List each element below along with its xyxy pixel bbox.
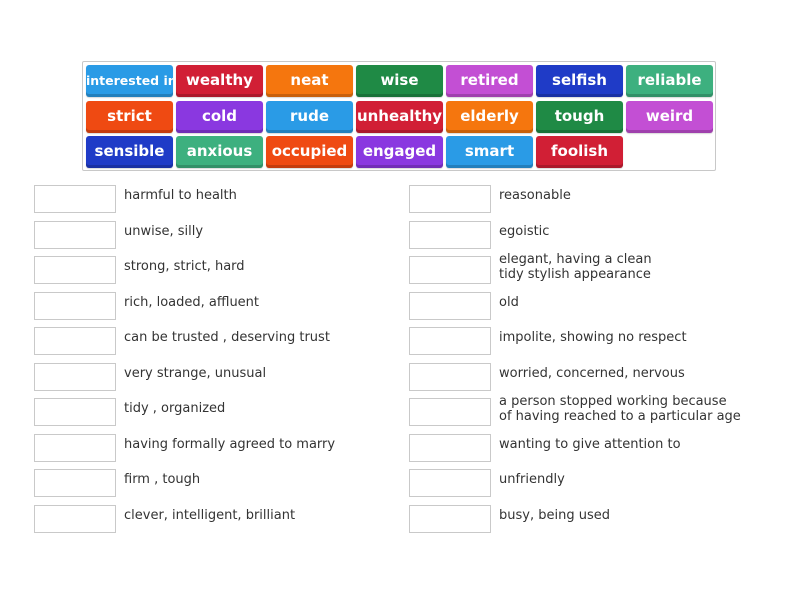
definition-text: elegant, having a clean tidy stylish app… — [499, 252, 652, 282]
word-tile[interactable]: elderly — [446, 100, 533, 133]
answer-drop-box[interactable] — [409, 220, 491, 249]
answer-drop-box[interactable] — [409, 362, 491, 391]
definition-text: very strange, unusual — [124, 365, 267, 381]
word-tile[interactable]: weird — [626, 100, 713, 133]
definition-text: a person stopped working because of havi… — [499, 394, 741, 424]
word-tile[interactable]: neat — [266, 65, 353, 97]
answer-drop-box[interactable] — [34, 327, 116, 355]
definition-text: rich, loaded, affluent — [124, 294, 260, 310]
word-tile[interactable]: retired — [446, 65, 533, 97]
answer-drop-box[interactable] — [409, 291, 491, 320]
word-tile[interactable]: rude — [266, 100, 353, 133]
answer-drop-box[interactable] — [409, 398, 491, 426]
word-tile[interactable]: smart — [446, 136, 533, 168]
answer-drop-box[interactable] — [409, 327, 491, 355]
answer-drop-box[interactable] — [34, 185, 116, 213]
definition-text: firm , tough — [124, 472, 201, 487]
answer-drop-box[interactable] — [34, 504, 116, 533]
definition-text: reasonable — [499, 188, 571, 203]
word-tile[interactable]: reliable — [626, 65, 713, 97]
word-tile[interactable]: engaged — [356, 136, 443, 168]
answer-drop-box[interactable] — [34, 362, 116, 391]
answer-drop-box[interactable] — [409, 256, 491, 284]
definition-text: impolite, showing no respect — [499, 330, 687, 345]
word-tile[interactable]: anxious — [176, 136, 263, 168]
word-tile-bank: interested in wealthy neat wise retired selfi… — [82, 61, 716, 171]
word-tile[interactable]: wealthy — [176, 65, 263, 97]
word-tile[interactable]: selfish — [536, 65, 623, 97]
definition-text: clever, intelligent, brilliant — [124, 507, 296, 523]
definition-text: having formally agreed to marry — [124, 436, 336, 452]
word-tile[interactable]: wise — [356, 65, 443, 97]
answer-drop-box[interactable] — [34, 291, 116, 320]
answer-drop-box[interactable] — [34, 398, 116, 426]
definition-text: old — [499, 294, 519, 310]
definition-text: unwise, silly — [124, 223, 204, 239]
definition-text: worried, concerned, nervous — [499, 365, 685, 381]
answer-drop-box[interactable] — [409, 504, 491, 533]
answer-drop-box[interactable] — [34, 220, 116, 249]
answer-drop-box[interactable] — [34, 469, 116, 497]
definition-text: harmful to health — [124, 188, 237, 203]
answer-drop-box[interactable] — [34, 256, 116, 284]
answer-drop-box[interactable] — [34, 433, 116, 462]
word-tile[interactable]: tough — [536, 100, 623, 133]
word-tile[interactable]: foolish — [536, 136, 623, 168]
definition-text: can be trusted , deserving trust — [124, 330, 330, 345]
definition-text: strong, strict, hard — [124, 259, 245, 274]
word-tile[interactable]: strict — [86, 100, 173, 133]
definition-text: busy, being used — [499, 507, 610, 523]
answer-drop-box[interactable] — [409, 185, 491, 213]
answer-drop-box[interactable] — [409, 469, 491, 497]
definition-text: egoistic — [499, 223, 550, 239]
word-tile[interactable]: cold — [176, 100, 263, 133]
definition-text: unfriendly — [499, 472, 565, 487]
definition-text: tidy , organized — [124, 401, 226, 416]
word-tile[interactable]: sensible — [86, 136, 173, 168]
answer-drop-box[interactable] — [409, 433, 491, 462]
definition-text: wanting to give attention to — [499, 436, 681, 452]
word-tile[interactable]: unhealthy — [356, 100, 443, 133]
word-tile[interactable]: occupied — [266, 136, 353, 168]
word-tile[interactable]: interested in — [86, 65, 173, 97]
